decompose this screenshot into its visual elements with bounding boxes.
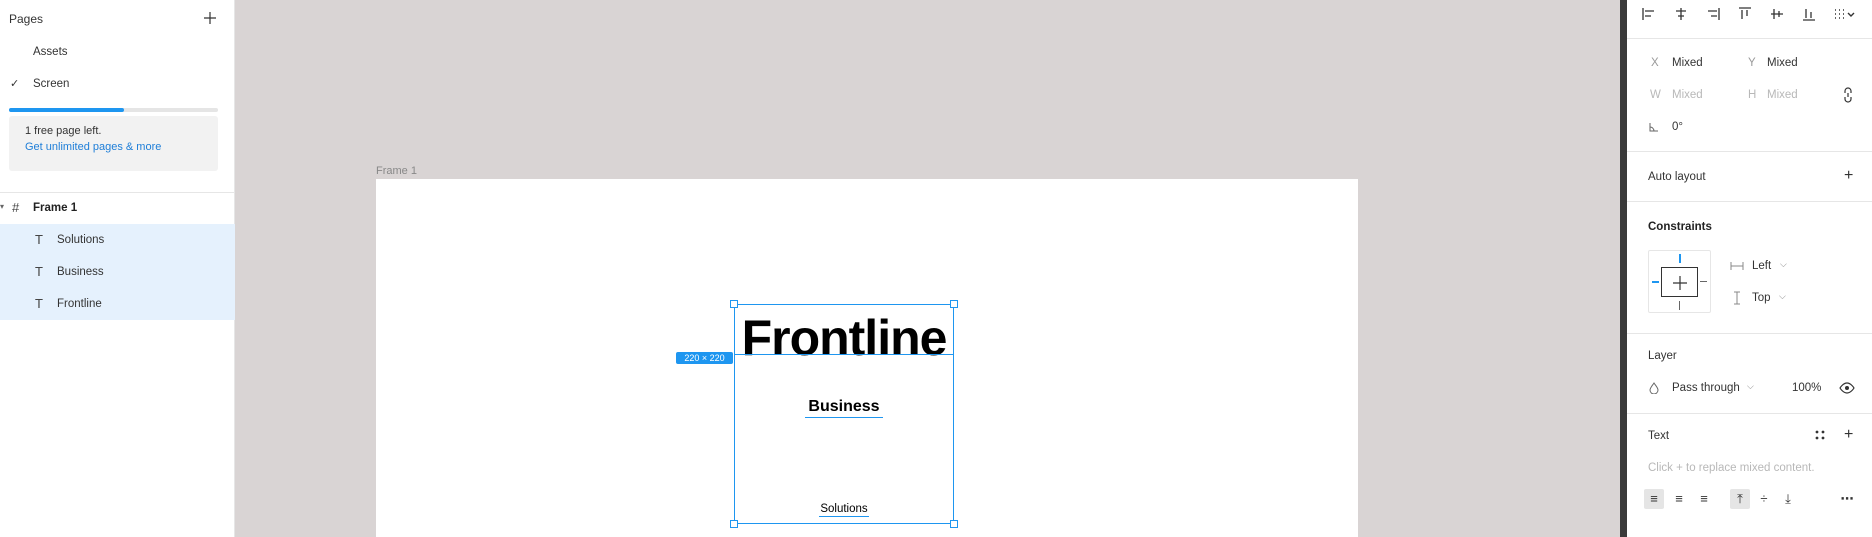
blend-drop-icon — [1649, 382, 1659, 394]
page-item-screen[interactable]: ✓ Screen — [0, 71, 235, 97]
page-label: Screen — [33, 78, 70, 90]
w-input[interactable]: Mixed — [1672, 89, 1703, 101]
text-align-middle-icon[interactable]: ÷ — [1754, 489, 1774, 509]
resize-handle-bottom-right[interactable] — [950, 520, 958, 528]
add-auto-layout-icon[interactable]: + — [1844, 167, 1853, 185]
constraint-top-bar[interactable] — [1679, 254, 1681, 263]
resize-handle-bottom-left[interactable] — [730, 520, 738, 528]
x-label: X — [1651, 57, 1659, 69]
section-divider — [1627, 413, 1872, 414]
properties-panel: X Mixed Y Mixed W Mixed H Mixed 0° Auto … — [1627, 0, 1872, 537]
more-options-icon[interactable]: ⋯ — [1837, 489, 1857, 509]
check-icon: ✓ — [10, 78, 20, 90]
y-input[interactable]: Mixed — [1767, 57, 1798, 69]
align-vertical-center-icon[interactable] — [1768, 5, 1786, 23]
vertical-constraint-select[interactable]: Top — [1752, 292, 1771, 304]
layer-business[interactable]: T Business — [0, 256, 235, 288]
add-page-icon[interactable] — [203, 11, 217, 25]
visibility-eye-icon[interactable] — [1839, 382, 1855, 394]
layer-name: Frontline — [57, 298, 102, 310]
layer-frame-1[interactable]: ▾ # Frame 1 — [0, 192, 235, 224]
section-divider — [1627, 201, 1872, 202]
page-usage-fill — [9, 108, 124, 112]
constrain-proportions-icon[interactable] — [1843, 87, 1853, 103]
align-top-icon[interactable] — [1736, 5, 1754, 23]
business-text[interactable]: Business — [735, 398, 953, 416]
resize-handle-top-right[interactable] — [950, 300, 958, 308]
frame-grid-icon: # — [12, 200, 20, 215]
text-layer-icon: T — [35, 232, 43, 247]
layer-name: Business — [57, 266, 104, 278]
chevron-down-icon[interactable]: ⌵ — [1779, 291, 1786, 302]
text-bounds-line — [735, 354, 953, 355]
frame-1[interactable]: Frontline Business Solutions — [376, 179, 1358, 537]
align-bottom-icon[interactable] — [1800, 5, 1818, 23]
design-canvas[interactable]: Frame 1 Frontline Business Solutions 220… — [236, 0, 1620, 537]
text-styles-icon[interactable] — [1814, 429, 1826, 441]
align-horizontal-center-icon[interactable] — [1672, 5, 1690, 23]
text-align-bottom-icon[interactable]: ⤓ — [1778, 489, 1798, 509]
section-divider — [1627, 38, 1872, 39]
rotation-icon — [1649, 123, 1658, 132]
layer-solutions[interactable]: T Solutions — [0, 224, 235, 256]
w-label: W — [1650, 89, 1661, 101]
promo-text: 1 free page left. — [25, 125, 102, 137]
expand-caret-icon[interactable]: ▾ — [0, 202, 4, 211]
chevron-down-icon[interactable]: ⌵ — [1780, 259, 1787, 270]
blend-mode-select[interactable]: Pass through — [1672, 382, 1740, 394]
text-bounds-line — [819, 516, 869, 517]
distribute-menu-icon[interactable] — [1832, 5, 1856, 23]
vertical-constraint-icon — [1734, 291, 1740, 305]
alignment-toolbar — [1627, 0, 1872, 30]
page-label: Assets — [33, 46, 68, 58]
pages-title: Pages — [9, 12, 44, 26]
text-align-left-icon[interactable]: ≡ — [1644, 489, 1664, 509]
section-divider — [1627, 333, 1872, 334]
upgrade-promo: 1 free page left. Get unlimited pages & … — [9, 116, 218, 171]
horizontal-constraint-icon — [1730, 262, 1744, 270]
text-hint: Click + to replace mixed content. — [1648, 462, 1815, 474]
h-input[interactable]: Mixed — [1767, 89, 1798, 101]
text-title: Text — [1648, 430, 1670, 442]
resize-handle-top-left[interactable] — [730, 300, 738, 308]
section-divider — [1627, 151, 1872, 152]
add-text-style-icon[interactable]: + — [1844, 426, 1853, 444]
align-left-icon[interactable] — [1640, 5, 1658, 23]
rotation-input[interactable]: 0° — [1672, 121, 1683, 133]
chevron-down-icon[interactable]: ⌵ — [1747, 381, 1754, 392]
text-align-center-icon[interactable]: ≡ — [1669, 489, 1689, 509]
text-bounds-line — [805, 417, 883, 418]
y-label: Y — [1748, 57, 1756, 69]
align-right-icon[interactable] — [1704, 5, 1722, 23]
constraint-right-bar[interactable] — [1700, 281, 1707, 282]
h-label: H — [1748, 89, 1757, 101]
frame-label[interactable]: Frame 1 — [376, 165, 417, 177]
layer-frontline[interactable]: T Frontline — [0, 288, 235, 320]
horizontal-constraint-select[interactable]: Left — [1752, 260, 1771, 272]
constraint-center-icon — [1673, 276, 1687, 290]
constraints-title: Constraints — [1648, 221, 1712, 233]
panel-edge — [1620, 0, 1627, 537]
text-align-top-icon[interactable]: ⤒ — [1730, 489, 1750, 509]
layers-panel: Pages Assets ✓ Screen 1 free page left. … — [0, 0, 235, 537]
solutions-text[interactable]: Solutions — [735, 503, 953, 515]
selection-box[interactable]: Frontline Business Solutions — [730, 300, 958, 528]
layer-name: Frame 1 — [33, 202, 78, 214]
constraint-bottom-bar[interactable] — [1679, 301, 1680, 310]
x-input[interactable]: Mixed — [1672, 57, 1703, 69]
text-align-right-icon[interactable]: ≡ — [1694, 489, 1714, 509]
frontline-text[interactable]: Frontline — [735, 309, 953, 367]
constraint-left-bar[interactable] — [1652, 281, 1659, 283]
opacity-input[interactable]: 100% — [1792, 382, 1821, 394]
layer-title: Layer — [1648, 350, 1677, 362]
text-layer-icon: T — [35, 296, 43, 311]
text-layer-icon: T — [35, 264, 43, 279]
constraints-widget[interactable] — [1648, 250, 1711, 313]
auto-layout-title: Auto layout — [1648, 171, 1706, 183]
page-usage-progress — [9, 108, 218, 112]
size-badge: 220 × 220 — [676, 352, 733, 364]
layer-name: Solutions — [57, 234, 105, 246]
page-item-assets[interactable]: Assets — [0, 39, 235, 65]
upgrade-link[interactable]: Get unlimited pages & more — [25, 141, 161, 153]
